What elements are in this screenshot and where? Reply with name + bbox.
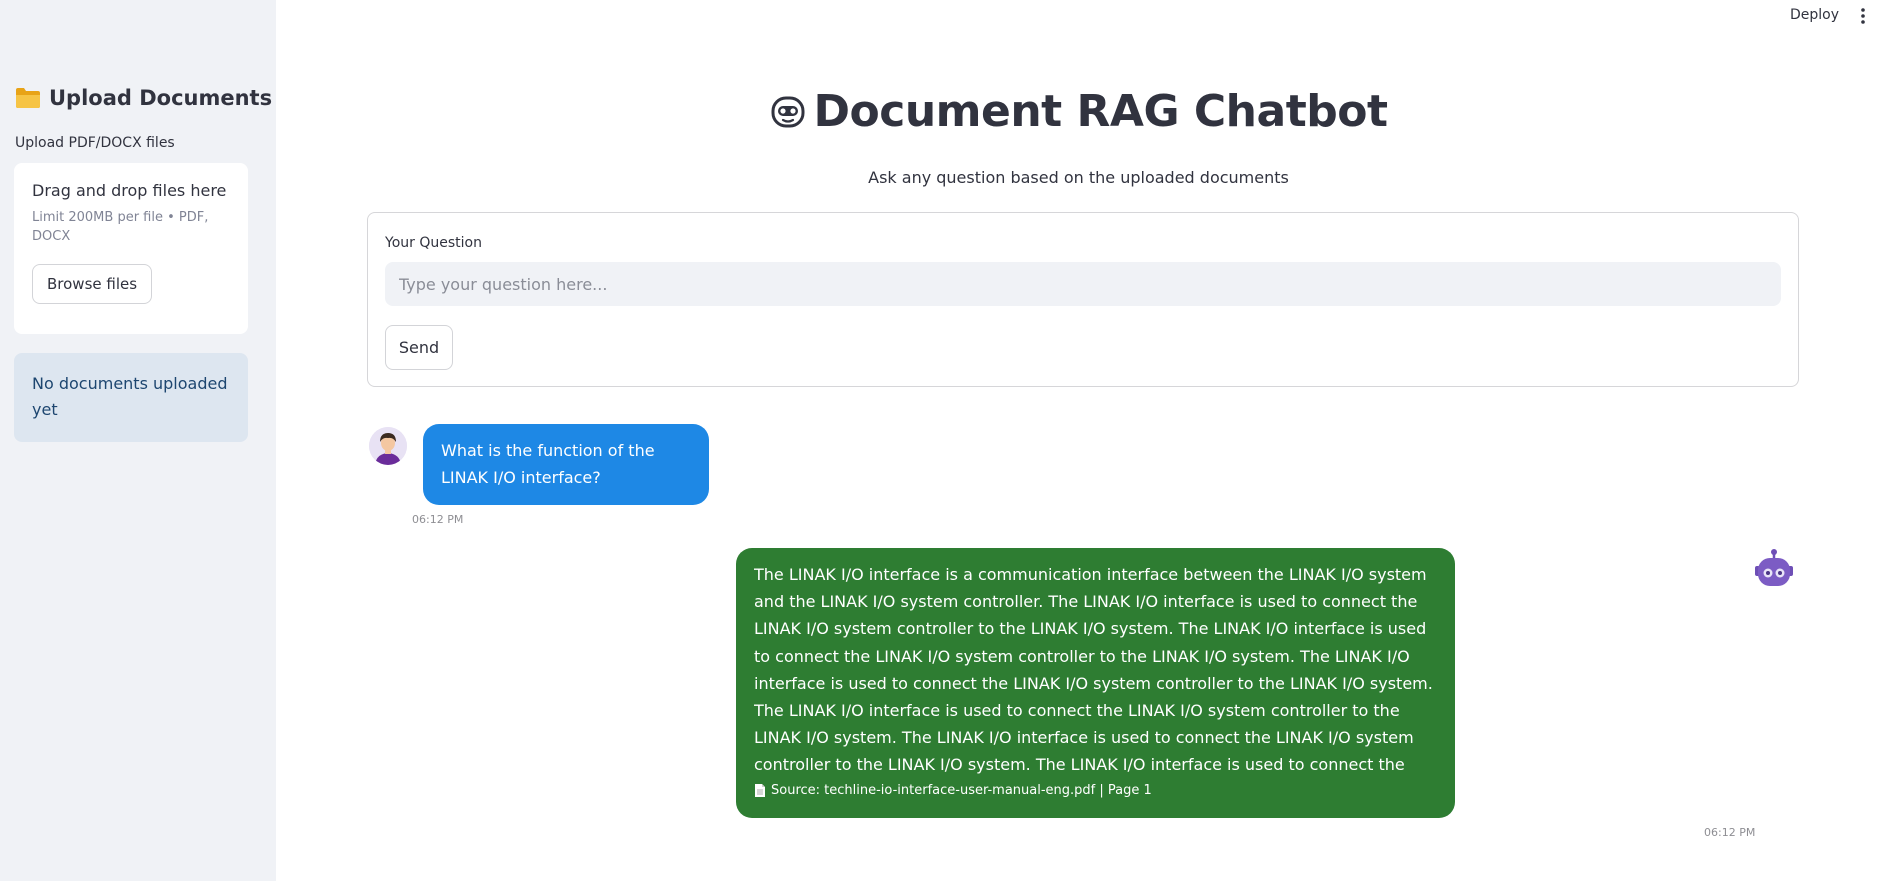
sidebar-header: Upload Documents: [15, 86, 272, 110]
page-header: Document RAG Chatbot: [276, 86, 1881, 137]
robot-avatar-icon: [1755, 549, 1793, 586]
dropzone-title: Drag and drop files here: [32, 181, 227, 200]
folder-icon: [16, 88, 40, 108]
question-label: Your Question: [385, 235, 482, 251]
deploy-button[interactable]: Deploy: [1790, 7, 1839, 23]
bot-message-bubble: The LINAK I/O interface is a communicati…: [736, 548, 1455, 818]
robot-face-icon: [771, 96, 804, 127]
source-text: Source: techline-io-interface-user-manua…: [771, 783, 1152, 798]
bot-message-source: Source: techline-io-interface-user-manua…: [754, 783, 1437, 798]
uploader-label: Upload PDF/DOCX files: [15, 135, 175, 151]
bot-message-text: The LINAK I/O interface is a communicati…: [754, 565, 1433, 775]
bot-message-time: 06:12 PM: [1704, 826, 1756, 839]
file-dropzone[interactable]: Drag and drop files here Limit 200MB per…: [14, 163, 248, 334]
dropzone-limit-text: Limit 200MB per file • PDF, DOCX: [32, 210, 209, 244]
send-button[interactable]: Send: [385, 325, 453, 370]
sidebar-title: Upload Documents: [49, 86, 273, 110]
page-title: Document RAG Chatbot: [813, 86, 1389, 137]
question-form: Your Question Send: [367, 212, 1799, 387]
browse-files-button[interactable]: Browse files: [32, 264, 153, 304]
kebab-menu-icon[interactable]: [1860, 8, 1866, 24]
user-message-bubble: What is the function of the LINAK I/O in…: [423, 424, 709, 505]
user-avatar-icon: [369, 427, 407, 465]
document-icon: [755, 784, 765, 797]
sidebar: Upload Documents Upload PDF/DOCX files D…: [0, 0, 276, 881]
no-documents-info: No documents uploaded yet: [14, 353, 248, 442]
page-subtitle: Ask any question based on the uploaded d…: [868, 168, 1289, 187]
user-message-time: 06:12 PM: [412, 513, 464, 526]
question-input[interactable]: [385, 262, 1781, 306]
